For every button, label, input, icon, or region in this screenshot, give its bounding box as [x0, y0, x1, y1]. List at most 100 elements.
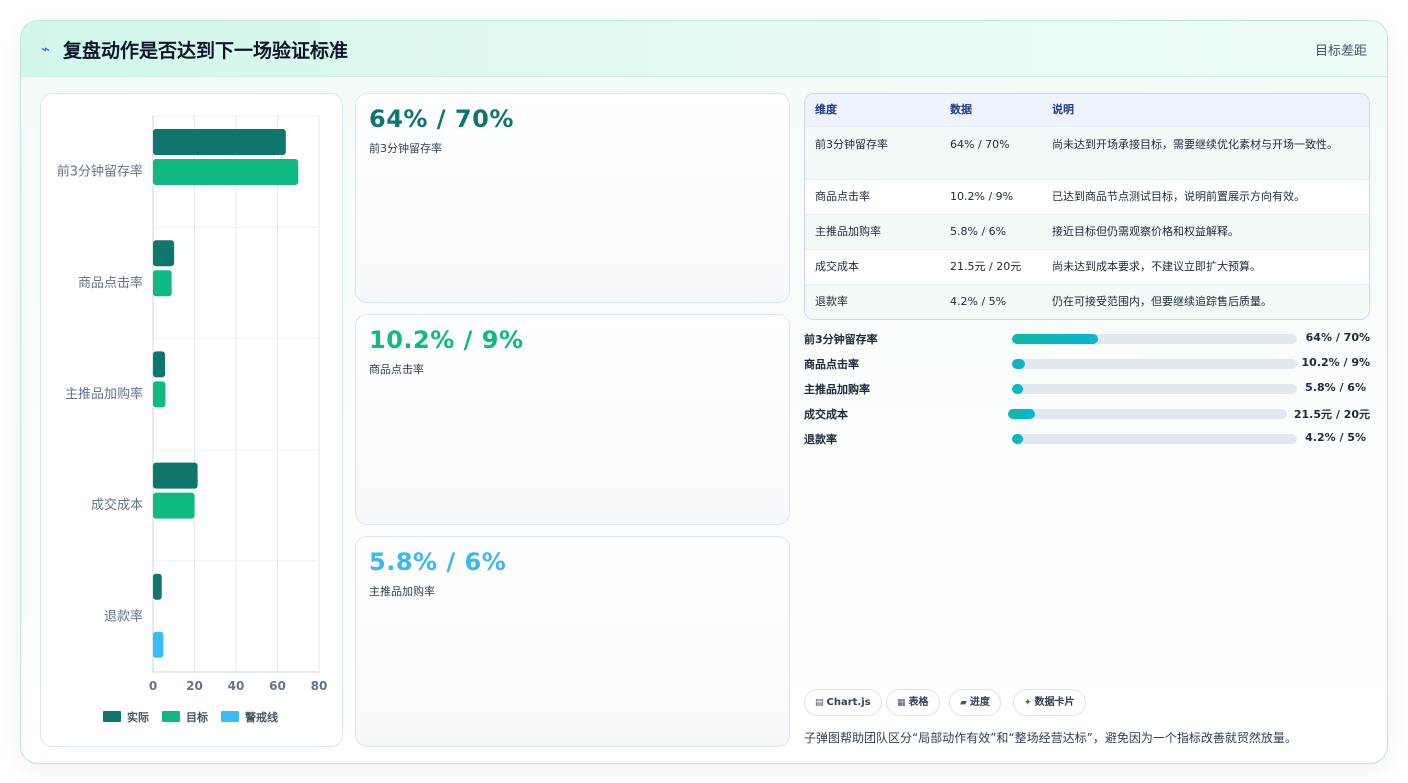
- stat-card-ctr: 10.2% / 9% 商品点击率: [355, 314, 790, 525]
- progress-track: [1012, 359, 1297, 369]
- page-title: 复盘动作是否达到下一场验证标准: [63, 40, 349, 62]
- pill-label: Chart.js: [826, 697, 871, 708]
- y-tick-label: 成交成本: [91, 497, 143, 513]
- stat-card-retention: 64% / 70% 前3分钟留存率: [355, 93, 790, 303]
- table-header-cell: 数据: [950, 103, 972, 116]
- progress-track: [1012, 384, 1297, 394]
- table-row: 前3分钟留存率 64% / 70% 尚未达到开场承接目标，需要继续优化素材与开场…: [805, 126, 1369, 179]
- progress-label: 成交成本: [804, 408, 848, 421]
- progress-track: [1008, 409, 1287, 419]
- progress-row: 前3分钟留存率 64% / 70%: [804, 330, 1370, 348]
- table-cell-data: 4.2% / 5%: [950, 295, 1007, 308]
- bar-target: [153, 381, 166, 408]
- table-cell-data: 5.8% / 6%: [950, 225, 1007, 238]
- pill-label: 表格: [908, 697, 929, 708]
- table-header-row: 维度 数据 说明: [805, 94, 1369, 126]
- sparkle-icon: ✦: [1024, 698, 1032, 708]
- progress-fill: [1012, 384, 1024, 394]
- legend-swatch: [162, 711, 180, 722]
- table-cell-note: 仍在可接受范围内，但要继续追踪售后质量。: [1052, 295, 1272, 308]
- legend-label: 目标: [186, 710, 208, 724]
- stat-card-addcart: 5.8% / 6% 主推品加购率: [355, 536, 790, 747]
- table-row: 主推品加购率 5.8% / 6% 接近目标但仍需观察价格和权益解释。: [805, 214, 1369, 249]
- legend-label: 警戒线: [244, 710, 278, 724]
- pill-chartjs[interactable]: ▤ Chart.js: [804, 689, 882, 716]
- gap-label: 目标差距: [1314, 44, 1367, 59]
- bar-actual: [153, 462, 198, 489]
- progress-value: 4.2% / 5%: [1305, 431, 1366, 444]
- progress-row: 成交成本 21.5元 / 20元: [804, 405, 1370, 423]
- bar-actual: [153, 240, 175, 267]
- stat-value: 64% / 70%: [369, 105, 514, 133]
- table-cell-data: 10.2% / 9%: [950, 190, 1014, 203]
- bar-target: [153, 159, 299, 185]
- progress-value: 21.5元 / 20元: [1293, 408, 1370, 421]
- panel-header: ⌁ 复盘动作是否达到下一场验证标准 目标差距: [21, 21, 1387, 77]
- progress-track: [1012, 434, 1297, 444]
- y-tick-label: 前3分钟留存率: [57, 164, 143, 180]
- table-header-cell: 说明: [1052, 103, 1074, 116]
- legend-swatch: [103, 711, 121, 722]
- table-header-cell: 维度: [815, 103, 837, 116]
- table-icon: ▦: [897, 698, 906, 708]
- table-cell-dim: 退款率: [815, 295, 848, 308]
- pill-table[interactable]: ▦ 表格: [886, 689, 940, 716]
- pill-label: 数据卡片: [1034, 697, 1075, 708]
- dashboard-panel: ⌁ 复盘动作是否达到下一场验证标准 目标差距 前3分钟留存率 商品点击率 主推品加购…: [20, 20, 1388, 764]
- stat-label: 主推品加购率: [369, 585, 435, 598]
- progress-icon: ▰: [960, 698, 967, 708]
- table-cell-dim: 前3分钟留存率: [815, 138, 888, 151]
- progress-row: 商品点击率 10.2% / 9%: [804, 355, 1370, 373]
- progress-fill: [1012, 434, 1024, 444]
- bullet-chart-card: 前3分钟留存率商品点击率主推品加购率成交成本退款率 0 20 40 60 80 实际 目标 警戒…: [40, 93, 343, 747]
- table-cell-dim: 主推品加购率: [815, 225, 881, 238]
- stat-value: 10.2% / 9%: [369, 326, 524, 354]
- progress-fill: [1012, 359, 1025, 369]
- stat-value: 5.8% / 6%: [369, 548, 507, 576]
- bar-warning: [153, 631, 164, 658]
- stat-label: 商品点击率: [369, 363, 424, 376]
- pill-datacard[interactable]: ✦ 数据卡片: [1013, 689, 1086, 716]
- bar-actual: [153, 351, 166, 378]
- legend-label: 实际: [127, 710, 149, 724]
- footnote: 子弹图帮助团队区分“局部动作有效”和“整场经营达标”，避免因为一个指标改善就贸然…: [804, 731, 1297, 745]
- metrics-table: 维度 数据 说明 前3分钟留存率 64% / 70% 尚未达到开场承接目标，需要…: [804, 93, 1370, 320]
- legend-swatch: [221, 711, 239, 722]
- table-cell-note: 已达到商品节点测试目标，说明前置展示方向有效。: [1052, 190, 1305, 203]
- table-row: 退款率 4.2% / 5% 仍在可接受范围内，但要继续追踪售后质量。: [805, 284, 1369, 319]
- stat-label: 前3分钟留存率: [369, 142, 442, 155]
- bar-target: [153, 270, 172, 297]
- pill-progress[interactable]: ▰ 进度: [949, 689, 1001, 716]
- x-tick-label: 20: [186, 679, 203, 693]
- table-cell-data: 64% / 70%: [950, 138, 1010, 151]
- table-cell-dim: 商品点击率: [815, 190, 870, 203]
- y-tick-label: 退款率: [104, 608, 143, 624]
- chart-icon: ▤: [815, 698, 824, 708]
- x-tick-label: 60: [269, 679, 286, 693]
- progress-label: 前3分钟留存率: [804, 333, 878, 346]
- progress-fill: [1008, 409, 1035, 419]
- progress-value: 10.2% / 9%: [1301, 356, 1370, 369]
- table-cell-note: 尚未达到成本要求，不建议立即扩大预算。: [1052, 260, 1261, 273]
- bar-warning: [153, 492, 195, 519]
- bullet-chart: 前3分钟留存率商品点击率主推品加购率成交成本退款率 0 20 40 60 80 实际 目标 警戒…: [57, 115, 328, 724]
- progress-row: 主推品加购率 5.8% / 6%: [804, 380, 1370, 398]
- progress-track: [1012, 334, 1297, 344]
- progress-row: 退款率 4.2% / 5%: [804, 430, 1370, 448]
- table-cell-dim: 成交成本: [815, 260, 859, 273]
- progress-fill: [1012, 334, 1098, 344]
- progress-value: 64% / 70%: [1305, 331, 1370, 344]
- progress-label: 商品点击率: [804, 358, 859, 371]
- pill-label: 进度: [969, 697, 990, 708]
- x-tick-label: 80: [311, 679, 328, 693]
- y-tick-label: 主推品加购率: [65, 386, 143, 402]
- x-tick-label: 0: [149, 679, 157, 693]
- bolt-icon: ⌁: [41, 40, 51, 58]
- y-tick-label: 商品点击率: [78, 275, 143, 291]
- table-row: 成交成本 21.5元 / 20元 尚未达到成本要求，不建议立即扩大预算。: [805, 249, 1369, 284]
- x-tick-label: 40: [228, 679, 245, 693]
- table-cell-data: 21.5元 / 20元: [950, 260, 1022, 273]
- table-row: 商品点击率 10.2% / 9% 已达到商品节点测试目标，说明前置展示方向有效。: [805, 179, 1369, 214]
- table-cell-note: 尚未达到开场承接目标，需要继续优化素材与开场一致性。: [1052, 138, 1338, 151]
- progress-value: 5.8% / 6%: [1305, 381, 1366, 394]
